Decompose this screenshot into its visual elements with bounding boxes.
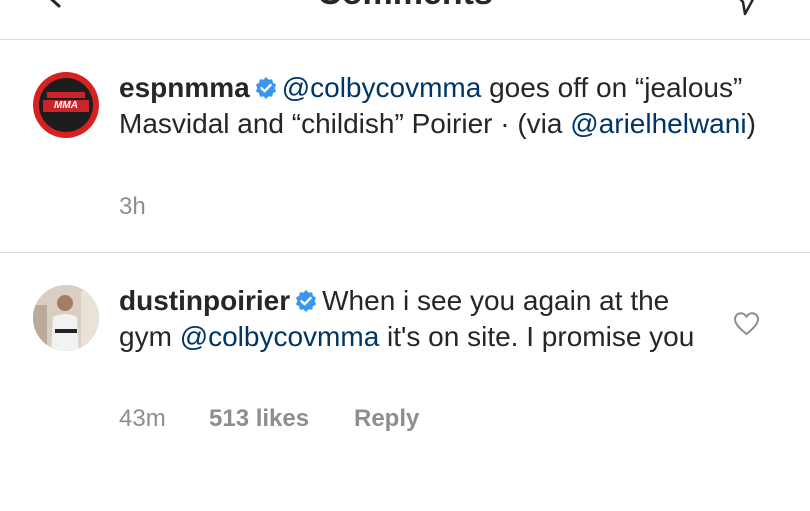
comment-timestamp: 43m	[119, 405, 166, 432]
mention-arielhelwani[interactable]: @arielhelwani	[570, 108, 746, 139]
heart-outline-icon[interactable]	[733, 311, 760, 336]
verified-badge-icon	[296, 290, 317, 312]
mention-colbycovmma[interactable]: @colbycovmma	[282, 72, 482, 103]
caption-body-end: )	[746, 108, 756, 139]
paper-plane-icon[interactable]	[730, 0, 760, 16]
avatar-dustinpoirier[interactable]	[33, 285, 99, 351]
post-caption: MMA espnmma @colbycovmma goes off on “je…	[0, 40, 810, 253]
caption-timestamp: 3h	[119, 193, 146, 220]
reply-button[interactable]: Reply	[354, 405, 419, 433]
avatar-photo	[33, 285, 99, 351]
espn-logo-text: MMA	[43, 100, 89, 112]
comment-body-end: it's on site. I promise you	[379, 321, 695, 352]
page-title: Comments	[0, 0, 810, 13]
caption-username[interactable]: espnmma	[119, 72, 250, 103]
verified-badge-icon	[255, 77, 276, 99]
caption-text: espnmma @colbycovmma goes off on “jealou…	[119, 70, 779, 142]
comment: dustinpoirier When i see you again at th…	[0, 253, 810, 511]
top-bar: Comments	[0, 0, 810, 40]
comment-text: dustinpoirier When i see you again at th…	[119, 283, 719, 355]
comment-username[interactable]: dustinpoirier	[119, 285, 290, 316]
mention-colbycovmma[interactable]: @colbycovmma	[180, 321, 380, 352]
likes-count[interactable]: 513 likes	[209, 405, 309, 433]
espn-logo-bar	[47, 92, 85, 98]
avatar-espnmma[interactable]: MMA	[33, 72, 99, 138]
